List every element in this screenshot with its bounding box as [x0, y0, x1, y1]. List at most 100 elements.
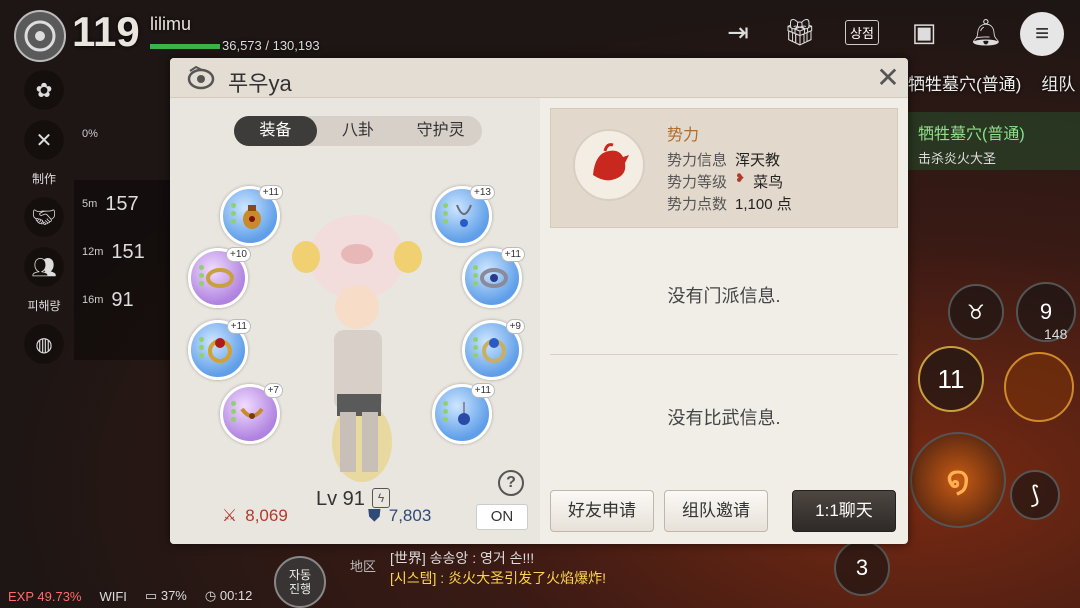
eye-emblem-icon [187, 65, 215, 90]
tab-guardian[interactable]: 守护灵 [399, 116, 482, 146]
rank-badge-icon: ❥ [735, 171, 746, 185]
cooldown-time: 16m [82, 294, 104, 306]
exp-percent: EXP 49.73% [8, 588, 82, 604]
friend-request-button[interactable]: 好友申请 [550, 490, 654, 532]
swirl-icon: ໑ [945, 459, 971, 502]
right-tabs: 牺牲墓穴(普通) 组队 [908, 70, 1075, 95]
cooldown-value: 151 [111, 240, 145, 263]
enhance-level: +11 [226, 319, 251, 334]
belt-icon [240, 407, 264, 419]
craft-percent: 0% [82, 128, 98, 140]
shop-button[interactable]: 상점 [842, 12, 882, 52]
party-invite-button[interactable]: 组队邀请 [664, 490, 768, 532]
faction-card: 势力 势力信息 浑天教 势力等级 ❥ 菜鸟 势力点数 1,100 点 [550, 108, 898, 228]
shield-icon: ⛊ [368, 506, 381, 525]
enhance-level: +7 [263, 383, 283, 398]
player-level: 119 [72, 8, 140, 55]
tab-equipment[interactable]: 装备 [234, 116, 317, 146]
info-pane: 势力 势力信息 浑天教 势力等级 ❥ 菜鸟 势力点数 1,100 点 没有门派信… [540, 98, 908, 544]
cooldown-row[interactable]: 16m 91 [74, 276, 174, 324]
no-clan-message: 没有门派信息. [667, 286, 781, 306]
modal-header: 푸우ya ✕ [170, 58, 908, 98]
faction-info-row: 势力信息 浑天教 [667, 152, 781, 169]
enhance-level: +11 [500, 247, 525, 262]
hp-bar [150, 44, 220, 49]
character-portrait [292, 215, 422, 482]
battery-status: ▭ 37% [144, 588, 187, 603]
hp-value: 36,573 / 130,193 [222, 38, 320, 53]
friends-icon[interactable]: 👥︎ [24, 247, 64, 287]
equip-slot-bracelet[interactable]: +10 [188, 247, 251, 308]
cooldown-time: 12m [82, 246, 104, 258]
enhance-level: +11 [470, 383, 495, 398]
dash-skill-button[interactable]: ⟆ [1010, 470, 1060, 520]
quest-title: 牺牲墓穴(普通) [918, 126, 1025, 143]
player-avatar[interactable] [14, 10, 66, 62]
main-attack-button[interactable]: ໑ [910, 432, 1006, 528]
menu-button[interactable]: ≡ [1020, 12, 1064, 56]
skill-button-1[interactable]: 11 [918, 346, 984, 412]
enhance-level: +10 [226, 247, 251, 262]
cooldown-value: 157 [105, 192, 139, 215]
tab-party[interactable]: 组队 [1041, 70, 1075, 95]
profile-tabs: 装备 八卦 守护灵 [234, 116, 482, 146]
fire-skill-button[interactable] [1004, 352, 1074, 422]
equip-slot-necklace[interactable]: +13 [432, 185, 495, 246]
equip-slot-bracelet-right[interactable]: +11 [462, 247, 525, 308]
dash-icon: ⟆ [1030, 481, 1040, 509]
globe-icon[interactable]: ◍ [24, 324, 64, 364]
wifi-status: WIFI [99, 588, 127, 604]
divider [550, 354, 898, 355]
enhance-level: +13 [470, 185, 495, 200]
chat-line: [世界] 송송앙 : 영거 손!!! [390, 550, 535, 566]
crossed-swords-icon: ⚔︎ [222, 506, 238, 525]
faction-emblem [573, 129, 645, 201]
pouch-icon [243, 205, 261, 229]
damage-label: 피해량 [27, 299, 61, 313]
handshake-icon[interactable]: 🤝︎ [24, 197, 64, 237]
defense-power: ⛊ 7,803 [368, 506, 432, 525]
tools-icon[interactable]: ✕ [24, 120, 64, 160]
private-chat-button[interactable]: 1:1聊天 [792, 490, 896, 532]
quest-tracker[interactable]: 牺牲墓穴(普通) 击杀炎火大圣 [908, 112, 1080, 170]
status-bar: EXP 49.73% WIFI ▭ 37% ◷ 00:12 [0, 584, 1080, 608]
equip-slot-pouch[interactable]: +11 [220, 185, 283, 246]
pouch-skill-button[interactable]: ♉︎ [948, 284, 1004, 340]
region-label: 地区 [350, 559, 377, 574]
exit-door-icon[interactable]: ⇥ [718, 12, 758, 52]
mailbox-icon[interactable]: ▣ [904, 12, 944, 52]
faction-title: 势力 [667, 127, 700, 144]
bracelet-icon [480, 268, 508, 288]
cooldown-time: 5m [82, 198, 98, 210]
craft-label: 制作 [31, 172, 56, 186]
display-toggle-button[interactable]: ON [476, 504, 528, 530]
equipment-pane: 装备 八卦 守护灵 +11 +10 +11 +7 +13 +11 +9 +11 … [170, 98, 540, 544]
hamburger-icon: ≡ [1034, 20, 1049, 47]
equip-slot-earring[interactable]: +11 [432, 383, 495, 444]
character-name: 푸우ya [228, 71, 292, 96]
gift-icon[interactable]: 🎁︎ [780, 12, 820, 52]
enhance-level: +11 [258, 185, 283, 200]
equip-slot-ring-right[interactable]: +9 [462, 319, 525, 380]
close-icon: ✕ [876, 62, 900, 93]
character-profile-modal: 푸우ya ✕ 装备 八卦 守护灵 +11 +10 +11 +7 +13 +11 … [170, 58, 908, 544]
paw-icon[interactable]: ✿ [24, 70, 64, 110]
cooldown-row[interactable]: 5m 157 [74, 180, 174, 228]
faction-points-row: 势力点数 1,100 点 [667, 196, 792, 213]
chat-log[interactable]: [世界] 송송앙 : 영거 손!!! [시스템] : 炎火大圣引发了火焰爆炸! [390, 548, 606, 588]
help-button[interactable]: ? [498, 470, 524, 496]
cooldown-row[interactable]: 12m 151 [74, 228, 174, 276]
pouch-icon: ♉︎ [967, 301, 985, 324]
bell-icon[interactable]: 🔔︎ [966, 12, 1006, 52]
equip-slot-belt[interactable]: +7 [220, 383, 283, 444]
tab-dungeon[interactable]: 牺牲墓穴(普通) [908, 70, 1021, 95]
tab-bagua[interactable]: 八卦 [317, 116, 400, 146]
close-button[interactable]: ✕ [874, 64, 902, 92]
lightning-icon: ϟ [372, 488, 390, 508]
clock: ◷ 00:12 [204, 588, 253, 603]
player-name: lilimu [150, 14, 192, 34]
ring-icon [482, 338, 506, 363]
ring-icon [208, 338, 232, 363]
enhance-level: +9 [505, 319, 525, 334]
equip-slot-ring[interactable]: +11 [188, 319, 251, 380]
